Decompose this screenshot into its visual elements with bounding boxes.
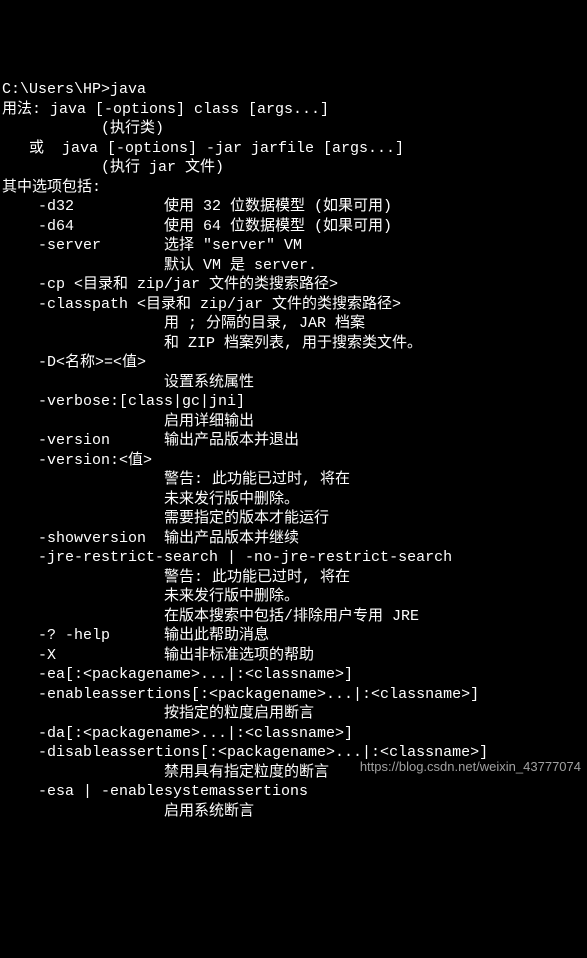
- terminal-line: 启用系统断言: [2, 802, 587, 822]
- terminal-line: -verbose:[class|gc|jni]: [2, 392, 587, 412]
- terminal-line: 在版本搜索中包括/排除用户专用 JRE: [2, 607, 587, 627]
- terminal-line: -da[:<packagename>...|:<classname>]: [2, 724, 587, 744]
- terminal-line: 启用详细输出: [2, 412, 587, 432]
- watermark-text: https://blog.csdn.net/weixin_43777074: [360, 759, 581, 776]
- terminal-line: -esa | -enablesystemassertions: [2, 782, 587, 802]
- terminal-line: (执行 jar 文件): [2, 158, 587, 178]
- terminal-line: -classpath <目录和 zip/jar 文件的类搜索路径>: [2, 295, 587, 315]
- terminal-line: -d32 使用 32 位数据模型 (如果可用): [2, 197, 587, 217]
- terminal-line: 或 java [-options] -jar jarfile [args...]: [2, 139, 587, 159]
- terminal-line: -ea[:<packagename>...|:<classname>]: [2, 665, 587, 685]
- terminal-line: 未来发行版中删除。: [2, 587, 587, 607]
- terminal-line: -d64 使用 64 位数据模型 (如果可用): [2, 217, 587, 237]
- terminal-line: -enableassertions[:<packagename>...|:<cl…: [2, 685, 587, 705]
- terminal-line: 设置系统属性: [2, 373, 587, 393]
- terminal-line: 和 ZIP 档案列表, 用于搜索类文件。: [2, 334, 587, 354]
- terminal-line: C:\Users\HP>java: [2, 80, 587, 100]
- terminal-line: -cp <目录和 zip/jar 文件的类搜索路径>: [2, 275, 587, 295]
- terminal-line: 未来发行版中删除。: [2, 490, 587, 510]
- terminal-output: C:\Users\HP>java用法: java [-options] clas…: [2, 80, 587, 821]
- terminal-line: 警告: 此功能已过时, 将在: [2, 568, 587, 588]
- terminal-line: -version 输出产品版本并退出: [2, 431, 587, 451]
- terminal-line: -server 选择 "server" VM: [2, 236, 587, 256]
- terminal-line: 按指定的粒度启用断言: [2, 704, 587, 724]
- terminal-line: 用 ; 分隔的目录, JAR 档案: [2, 314, 587, 334]
- terminal-line: 警告: 此功能已过时, 将在: [2, 470, 587, 490]
- terminal-line: (执行类): [2, 119, 587, 139]
- terminal-line: -version:<值>: [2, 451, 587, 471]
- terminal-line: -showversion 输出产品版本并继续: [2, 529, 587, 549]
- terminal-line: 需要指定的版本才能运行: [2, 509, 587, 529]
- terminal-line: 其中选项包括:: [2, 178, 587, 198]
- terminal-line: 默认 VM 是 server.: [2, 256, 587, 276]
- terminal-line: -? -help 输出此帮助消息: [2, 626, 587, 646]
- terminal-line: -D<名称>=<值>: [2, 353, 587, 373]
- terminal-line: 用法: java [-options] class [args...]: [2, 100, 587, 120]
- terminal-line: -X 输出非标准选项的帮助: [2, 646, 587, 666]
- terminal-line: -jre-restrict-search | -no-jre-restrict-…: [2, 548, 587, 568]
